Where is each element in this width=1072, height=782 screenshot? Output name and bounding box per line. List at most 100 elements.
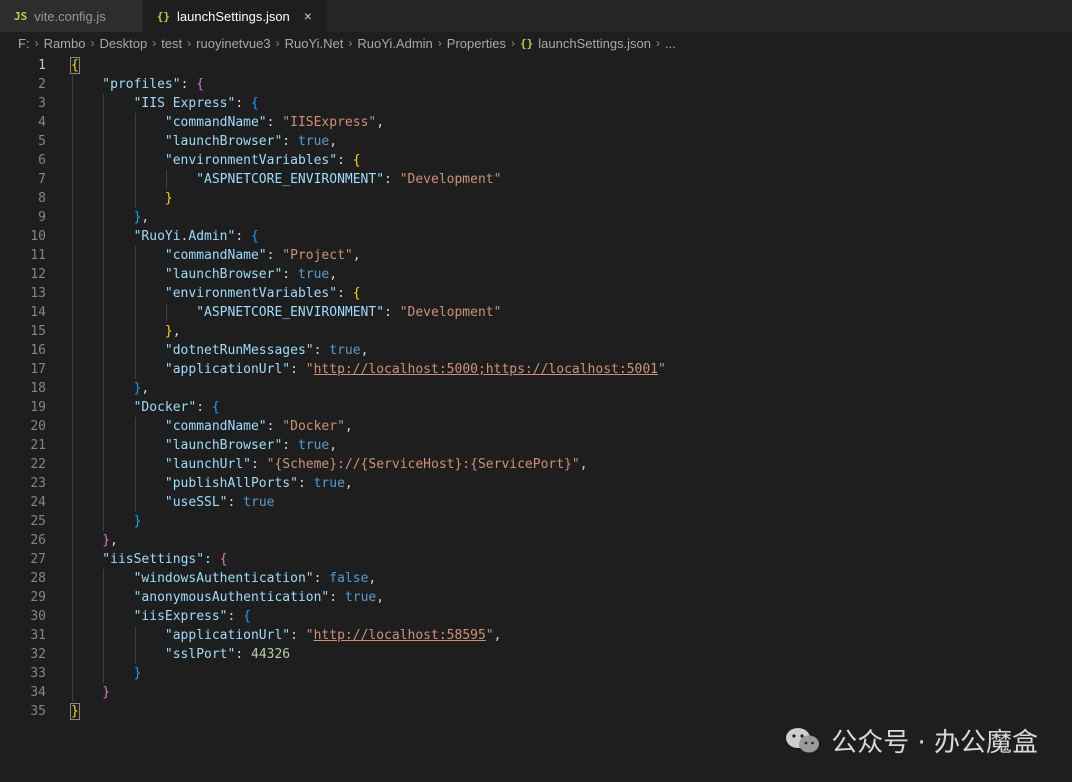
watermark: 公众号 · 办公魔盒: [785, 722, 1038, 759]
code-line[interactable]: 15},: [0, 322, 1072, 341]
code-line[interactable]: 30 "iisExpress": {: [0, 607, 1072, 626]
code-line[interactable]: 9},: [0, 208, 1072, 227]
code-line[interactable]: 18},: [0, 379, 1072, 398]
code-line[interactable]: 25}: [0, 512, 1072, 531]
code-line[interactable]: 3 "IIS Express": {: [0, 94, 1072, 113]
code-token: ,: [110, 533, 118, 548]
code-token: "IIS Express": [133, 96, 236, 111]
code-editor[interactable]: 1{2 "profiles": {3 "IIS Express": {4 "comma…: [0, 54, 1072, 782]
code-text: "useSSL": true: [165, 493, 275, 512]
code-token: "commandName": [164, 248, 267, 263]
code-token: "launchBrowser": [164, 438, 283, 453]
json-file-icon: {}: [156, 9, 171, 23]
code-token: "applicationUrl": [164, 362, 291, 377]
code-line[interactable]: 10 "RuoYi.Admin": {: [0, 227, 1072, 246]
code-token: "dotnetRunMessages": [164, 343, 314, 358]
code-line[interactable]: 21 "launchBrowser": true,: [0, 436, 1072, 455]
code-token: {: [211, 400, 220, 415]
breadcrumb-item[interactable]: RuoYi.Admin: [357, 36, 432, 51]
code-text: {: [70, 56, 80, 75]
code-token: ,: [141, 210, 150, 225]
code-line[interactable]: 1{: [0, 56, 1072, 75]
code-line[interactable]: 35}: [0, 702, 1072, 721]
code-line[interactable]: 6 "environmentVariables": {: [0, 151, 1072, 170]
code-token: :: [282, 267, 298, 282]
code-line[interactable]: 2 "profiles": {: [0, 75, 1072, 94]
code-line[interactable]: 13 "environmentVariables": {: [0, 284, 1072, 303]
code-line[interactable]: 17 "applicationUrl": "http://localhost:50…: [0, 360, 1072, 379]
line-number: 29: [30, 590, 46, 605]
code-token: ,: [344, 419, 353, 434]
code-token: :: [235, 647, 251, 662]
code-token: :: [290, 628, 306, 643]
code-token: ,: [493, 628, 502, 643]
breadcrumb-item[interactable]: Rambo: [44, 36, 86, 51]
code-token: :: [204, 552, 220, 567]
code-token: :: [290, 362, 306, 377]
code-text: }: [70, 702, 80, 721]
code-line[interactable]: 14 "ASPNETCORE_ENVIRONMENT": "Development…: [0, 303, 1072, 322]
breadcrumb-item[interactable]: test: [161, 36, 182, 51]
code-text: "commandName": "Docker",: [165, 417, 353, 436]
code-token: "IISExpress": [282, 115, 377, 130]
breadcrumb-item[interactable]: Properties: [447, 36, 506, 51]
code-token: "RuoYi.Admin": [133, 229, 236, 244]
code-line[interactable]: 22 "launchUrl": "{Scheme}://{ServiceHost}…: [0, 455, 1072, 474]
line-number: 15: [30, 324, 46, 339]
code-token: {: [352, 153, 361, 168]
code-line[interactable]: 27 "iisSettings": {: [0, 550, 1072, 569]
code-line[interactable]: 32 "sslPort": 44326: [0, 645, 1072, 664]
code-line[interactable]: 26},: [0, 531, 1072, 550]
breadcrumb-item[interactable]: Desktop: [99, 36, 147, 51]
line-number: 34: [30, 685, 46, 700]
code-line[interactable]: 19 "Docker": {: [0, 398, 1072, 417]
code-token: ,: [360, 343, 369, 358]
code-line[interactable]: 28 "windowsAuthentication": false,: [0, 569, 1072, 588]
code-line[interactable]: 31 "applicationUrl": "http://localhost:58…: [0, 626, 1072, 645]
breadcrumb-item[interactable]: ...: [665, 36, 676, 51]
line-number: 5: [38, 134, 46, 149]
code-token: "launchUrl": [164, 457, 251, 472]
breadcrumb-separator-icon: ›: [152, 36, 157, 50]
code-line[interactable]: 7 "ASPNETCORE_ENVIRONMENT": "Development": [0, 170, 1072, 189]
code-line[interactable]: 33}: [0, 664, 1072, 683]
code-token: 44326: [251, 647, 291, 662]
code-token: "applicationUrl": [164, 628, 291, 643]
breadcrumb-item[interactable]: RuoYi.Net: [285, 36, 344, 51]
code-token: :: [180, 77, 197, 92]
code-line[interactable]: 4 "commandName": "IISExpress",: [0, 113, 1072, 132]
code-line[interactable]: 5 "launchBrowser": true,: [0, 132, 1072, 151]
code-text: "launchBrowser": true,: [165, 132, 337, 151]
breadcrumb-separator-icon: ›: [511, 36, 516, 50]
code-line[interactable]: 29 "anonymousAuthentication": true,: [0, 588, 1072, 607]
close-icon[interactable]: ×: [300, 8, 316, 24]
code-token: :: [282, 134, 298, 149]
code-token: {: [243, 609, 251, 624]
code-token: {: [251, 229, 259, 244]
code-token: true: [344, 590, 377, 605]
code-token: :: [313, 571, 330, 586]
breadcrumb-separator-icon: ›: [437, 36, 442, 50]
tab-vite-config[interactable]: JS vite.config.js: [0, 0, 143, 32]
line-number: 18: [30, 381, 46, 396]
breadcrumb-item[interactable]: F:: [18, 36, 30, 51]
code-line[interactable]: 24 "useSSL": true: [0, 493, 1072, 512]
code-token: true: [297, 267, 330, 282]
tab-launch-settings[interactable]: {} launchSettings.json ×: [142, 0, 327, 32]
breadcrumb-item[interactable]: ruoyinetvue3: [196, 36, 270, 51]
line-number: 14: [30, 305, 46, 320]
code-line[interactable]: 12 "launchBrowser": true,: [0, 265, 1072, 284]
line-number: 25: [30, 514, 46, 529]
code-line[interactable]: 11 "commandName": "Project",: [0, 246, 1072, 265]
code-line[interactable]: 23 "publishAllPorts": true,: [0, 474, 1072, 493]
code-line[interactable]: 34}: [0, 683, 1072, 702]
code-token: :: [235, 96, 251, 111]
code-text: "sslPort": 44326: [165, 645, 290, 664]
code-text: }: [134, 512, 142, 531]
breadcrumb-item[interactable]: launchSettings.json: [538, 36, 651, 51]
code-token: :: [337, 153, 353, 168]
code-line[interactable]: 16 "dotnetRunMessages": true,: [0, 341, 1072, 360]
code-line[interactable]: 8}: [0, 189, 1072, 208]
code-line[interactable]: 20 "commandName": "Docker",: [0, 417, 1072, 436]
code-token: "publishAllPorts": [164, 476, 298, 491]
